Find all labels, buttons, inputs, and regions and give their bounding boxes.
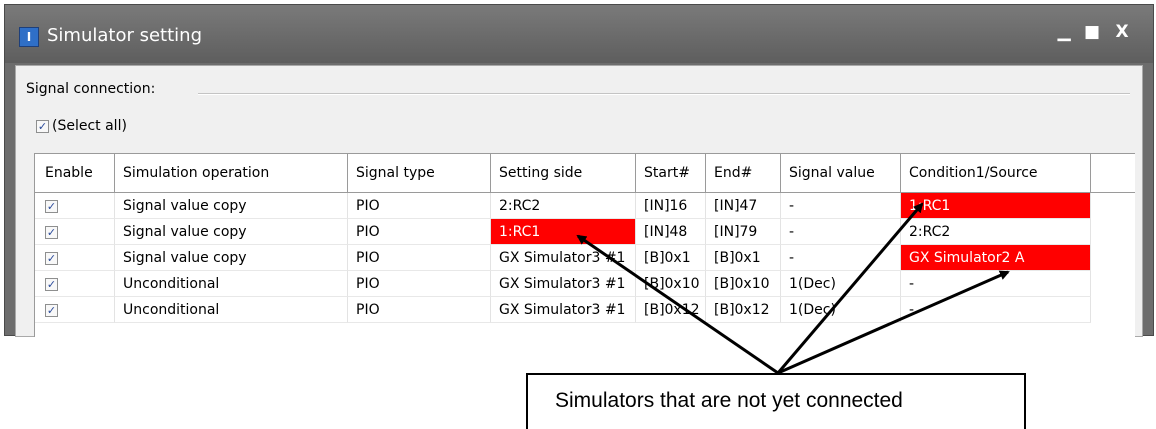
- cell-condition[interactable]: 1:RC1: [901, 193, 1091, 219]
- title-bar[interactable]: I Simulator setting ▁ ■ X: [5, 5, 1153, 63]
- cell-signal-type[interactable]: PIO: [348, 297, 491, 323]
- client-area: Signal connection: ✓ (Select all) Enable…: [15, 65, 1143, 337]
- enable-checkbox[interactable]: ✓: [45, 251, 58, 265]
- cell-setting-side[interactable]: GX Simulator3 #1: [491, 271, 636, 297]
- cell-start[interactable]: [B]0x12: [636, 297, 706, 323]
- cell-start[interactable]: [B]0x1: [636, 245, 706, 271]
- signal-connection-label: Signal connection:: [26, 81, 156, 97]
- cell-enable: ✓: [35, 245, 115, 271]
- callout-box: Simulators that are not yet connected: [526, 373, 1026, 429]
- callout-text: Simulators that are not yet connected: [555, 389, 903, 412]
- cell-start[interactable]: [B]0x10: [636, 271, 706, 297]
- enable-checkbox[interactable]: ✓: [45, 225, 58, 239]
- cell-setting-side[interactable]: 1:RC1: [491, 219, 636, 245]
- cell-signal-value[interactable]: 1(Dec): [781, 271, 901, 297]
- cell-start[interactable]: [IN]48: [636, 219, 706, 245]
- table-row[interactable]: ✓ Signal value copy PIO 2:RC2 [IN]16 [IN]47-1…: [35, 193, 1135, 219]
- checkbox-checked-icon[interactable]: ✓: [36, 119, 49, 133]
- table-row[interactable]: ✓ Unconditional PIO GX Simulator3 #1 [B]0x12…: [35, 297, 1135, 323]
- cell-signal-value[interactable]: -: [781, 245, 901, 271]
- header-condition[interactable]: Condition1/Source: [901, 154, 1091, 192]
- cell-operation[interactable]: Unconditional: [115, 297, 348, 323]
- maximize-button[interactable]: ■: [1081, 21, 1103, 43]
- cell-signal-type[interactable]: PIO: [348, 245, 491, 271]
- enable-checkbox[interactable]: ✓: [45, 303, 58, 317]
- cell-signal-value[interactable]: -: [781, 219, 901, 245]
- close-button[interactable]: X: [1111, 21, 1133, 43]
- enable-checkbox[interactable]: ✓: [45, 277, 58, 291]
- simulator-setting-window: I Simulator setting ▁ ■ X Signal connect…: [4, 4, 1154, 337]
- cell-end[interactable]: [IN]79: [706, 219, 781, 245]
- cell-signal-value[interactable]: -: [781, 193, 901, 219]
- window-title: Simulator setting: [47, 25, 202, 46]
- enable-checkbox[interactable]: ✓: [45, 199, 58, 213]
- cell-setting-side[interactable]: GX Simulator3 #1: [491, 245, 636, 271]
- cell-condition[interactable]: 2:RC2: [901, 219, 1091, 245]
- cell-signal-value[interactable]: 1(Dec): [781, 297, 901, 323]
- cell-condition[interactable]: GX Simulator2 A: [901, 245, 1091, 271]
- header-operation[interactable]: Simulation operation: [115, 154, 348, 192]
- cell-enable: ✓: [35, 271, 115, 297]
- cell-end[interactable]: [B]0x1: [706, 245, 781, 271]
- cell-setting-side[interactable]: GX Simulator3 #1: [491, 297, 636, 323]
- cell-start[interactable]: [IN]16: [636, 193, 706, 219]
- app-icon: I: [19, 27, 39, 47]
- cell-signal-type[interactable]: PIO: [348, 219, 491, 245]
- header-signal-type[interactable]: Signal type: [348, 154, 491, 192]
- table-row[interactable]: ✓ Signal value copy PIO 1:RC1 [IN]48 [IN]79-2…: [35, 219, 1135, 245]
- table-header: Enable Simulation operation Signal type …: [35, 154, 1135, 193]
- table-row[interactable]: ✓ Unconditional PIO GX Simulator3 #1 [B]0x10…: [35, 271, 1135, 297]
- table-row[interactable]: ✓ Signal value copy PIO GX Simulator3 #1 [B]…: [35, 245, 1135, 271]
- header-signal-value[interactable]: Signal value: [781, 154, 901, 192]
- cell-condition[interactable]: -: [901, 271, 1091, 297]
- header-setting-side[interactable]: Setting side: [491, 154, 636, 192]
- cell-signal-type[interactable]: PIO: [348, 193, 491, 219]
- select-all-label: (Select all): [52, 118, 127, 134]
- cell-operation[interactable]: Signal value copy: [115, 219, 348, 245]
- cell-enable: ✓: [35, 297, 115, 323]
- signal-table: Enable Simulation operation Signal type …: [34, 153, 1135, 337]
- cell-enable: ✓: [35, 193, 115, 219]
- cell-operation[interactable]: Signal value copy: [115, 245, 348, 271]
- minimize-button[interactable]: ▁: [1053, 21, 1075, 43]
- header-end[interactable]: End#: [706, 154, 781, 192]
- cell-operation[interactable]: Signal value copy: [115, 193, 348, 219]
- cell-operation[interactable]: Unconditional: [115, 271, 348, 297]
- cell-end[interactable]: [B]0x10: [706, 271, 781, 297]
- header-enable[interactable]: Enable: [35, 154, 115, 192]
- header-start[interactable]: Start#: [636, 154, 706, 192]
- cell-enable: ✓: [35, 219, 115, 245]
- cell-condition[interactable]: -: [901, 297, 1091, 323]
- cell-setting-side[interactable]: 2:RC2: [491, 193, 636, 219]
- group-divider: [198, 93, 1130, 95]
- cell-end[interactable]: [IN]47: [706, 193, 781, 219]
- cell-end[interactable]: [B]0x12: [706, 297, 781, 323]
- cell-signal-type[interactable]: PIO: [348, 271, 491, 297]
- select-all-checkbox[interactable]: ✓ (Select all): [36, 118, 127, 134]
